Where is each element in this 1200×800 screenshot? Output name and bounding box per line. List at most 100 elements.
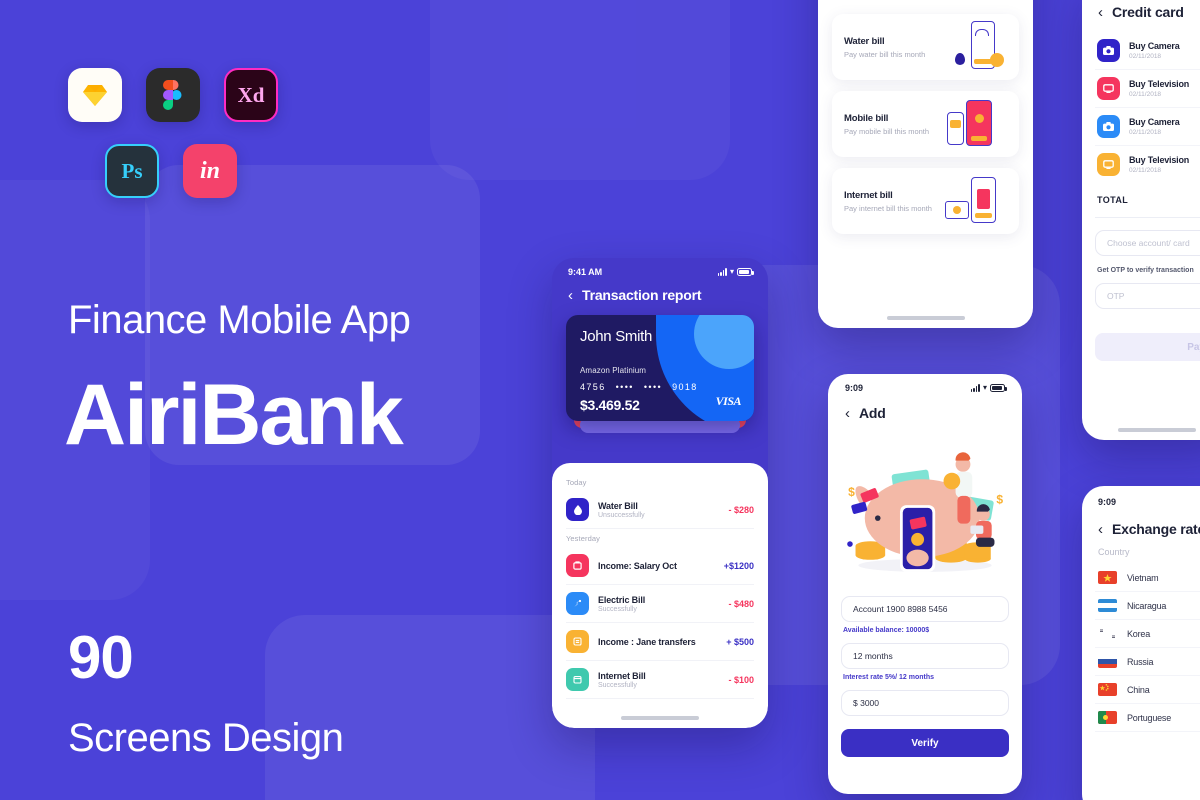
pay-button[interactable]: Pay: [1095, 333, 1200, 361]
status-bar: 9:09: [1095, 486, 1200, 507]
country-row[interactable]: Portuguese: [1095, 704, 1200, 732]
svg-text:$: $: [996, 492, 1003, 506]
transaction-amount: - $100: [728, 674, 754, 685]
credit-item-title: Buy Television: [1129, 79, 1190, 89]
signal-icon: [970, 384, 980, 392]
bill-card-mobile[interactable]: Mobile bill Pay mobile bill this month: [832, 91, 1019, 157]
status-icons: ▾: [970, 384, 1007, 392]
status-icons: ▾: [717, 267, 754, 276]
transaction-row[interactable]: Water Bill Unsuccessfully - $280: [566, 491, 754, 529]
credit-item-title: Buy Television: [1129, 155, 1190, 165]
bills-screen: Water bill Pay water bill this month Mob…: [818, 0, 1033, 328]
credit-item-date: 02/11/2018: [1129, 167, 1162, 174]
country-row[interactable]: Vietnam: [1095, 564, 1200, 592]
transaction-subtitle: Unsuccessfully: [598, 511, 645, 519]
credit-card-widget[interactable]: John Smith Amazon Platinium 4756 •••• ••…: [566, 315, 754, 433]
transaction-amount: +$1200: [723, 560, 754, 571]
status-time: 9:09: [845, 383, 864, 393]
account-input[interactable]: Account 1900 8988 5456: [841, 596, 1009, 622]
figma-icon: [146, 68, 200, 122]
country-row[interactable]: China: [1095, 676, 1200, 704]
korea-flag: [1098, 627, 1117, 640]
add-nav: ‹ Add: [841, 393, 1009, 427]
card-holder-name: John Smith: [580, 328, 653, 345]
card-number-mask-1: ••••: [615, 382, 634, 392]
interest-rate-note: Interest rate 5%/ 12 months: [843, 674, 935, 681]
calendar-icon: [566, 668, 589, 691]
credit-total-label: TOTAL: [1097, 195, 1129, 205]
back-chevron-icon[interactable]: ‹: [845, 406, 850, 421]
verify-button[interactable]: Verify: [841, 729, 1009, 757]
country-row[interactable]: Nicaragua: [1095, 592, 1200, 620]
credit-item-date: 02/11/2018: [1129, 53, 1162, 60]
hero-screen-count-label: Screens Design: [68, 716, 344, 760]
card-plan: Amazon Platinium: [580, 366, 647, 375]
country-name: Korea: [1127, 628, 1151, 639]
credit-list-item[interactable]: Buy Television 02/11/2018: [1095, 146, 1200, 183]
credit-list-item[interactable]: Buy Camera 02/11/2018: [1095, 108, 1200, 146]
otp-input[interactable]: OTP: [1095, 283, 1200, 309]
bill-card-internet[interactable]: Internet bill Pay internet bill this mon…: [832, 168, 1019, 234]
hero-section: Xd Ps in Finance Mobile App AiriBank 90 …: [0, 0, 520, 800]
credit-card-face: John Smith Amazon Platinium 4756 •••• ••…: [566, 315, 754, 421]
term-input[interactable]: 12 months: [841, 643, 1009, 669]
transaction-title: Internet Bill: [598, 670, 646, 681]
transaction-amount: - $480: [728, 598, 754, 609]
credit-list-item[interactable]: Buy Camera 02/11/2018: [1095, 32, 1200, 70]
water-bill-art: [945, 21, 1007, 73]
invision-icon: in: [183, 144, 237, 198]
bill-subtitle: Pay internet bill this month: [844, 203, 932, 213]
country-name: Russia: [1127, 656, 1154, 667]
photoshop-icon: Ps: [105, 144, 159, 198]
transaction-row[interactable]: Income : Jane transfers + $500: [566, 623, 754, 661]
credit-item-date: 02/11/2018: [1129, 91, 1162, 98]
china-flag: [1098, 683, 1117, 696]
russia-flag: [1098, 655, 1117, 668]
camera-icon: [1097, 39, 1120, 62]
section-label-today: Today: [566, 478, 587, 487]
transaction-amount: - $280: [728, 504, 754, 515]
amount-input[interactable]: $ 3000: [841, 690, 1009, 716]
transaction-report-screen: 9:41 AM ▾ ‹ Transaction report John Smit…: [552, 258, 768, 728]
back-chevron-icon[interactable]: ‹: [1098, 5, 1103, 20]
bolt-icon: [566, 592, 589, 615]
nicaragua-flag: [1098, 599, 1117, 612]
camera-icon: [1097, 115, 1120, 138]
choose-account-input[interactable]: Choose account/ card: [1095, 230, 1200, 256]
add-screen: 9:09 ▾ ‹ Add $ $ Account 1900 8988 5456 …: [828, 374, 1022, 794]
adobe-xd-icon: Xd: [224, 68, 278, 122]
tool-icons-row-top: Xd: [68, 68, 278, 122]
exchange-rate-screen: 9:09 ‹ Exchange rate Country Vietnam Nic…: [1082, 486, 1200, 800]
credit-transaction-list: Buy Camera 02/11/2018 Buy Television 02/…: [1095, 32, 1200, 183]
hero-screen-count: 90: [68, 624, 134, 691]
add-nav-title: Add: [859, 405, 886, 421]
credit-item-date: 02/11/2018: [1129, 129, 1162, 136]
transaction-row[interactable]: Electric Bill Successfully - $480: [566, 585, 754, 623]
bill-title: Internet bill: [844, 189, 893, 201]
television-icon: [1097, 77, 1120, 100]
back-chevron-icon[interactable]: ‹: [568, 288, 573, 303]
home-indicator: [886, 316, 965, 320]
transaction-row[interactable]: Internet Bill Successfully - $100: [566, 661, 754, 699]
status-time: 9:41 AM: [568, 267, 603, 277]
hero-title: AiriBank: [64, 367, 404, 463]
transaction-subtitle: Successfully: [598, 681, 637, 689]
transaction-row[interactable]: Income: Salary Oct +$1200: [566, 547, 754, 585]
photoshop-label: Ps: [121, 158, 143, 183]
credit-nav: ‹ Credit card: [1095, 0, 1200, 32]
country-row[interactable]: Korea: [1095, 620, 1200, 648]
transaction-title: Income : Jane transfers: [598, 636, 696, 647]
water-drop-icon: [566, 498, 589, 521]
back-chevron-icon[interactable]: ‹: [1098, 522, 1103, 537]
country-row[interactable]: Russia: [1095, 648, 1200, 676]
credit-list-item[interactable]: Buy Television 02/11/2018: [1095, 70, 1200, 108]
card-number: 4756 •••• •••• 9018: [580, 382, 740, 392]
bill-subtitle: Pay water bill this month: [844, 49, 926, 59]
bill-card-water[interactable]: Water bill Pay water bill this month: [832, 14, 1019, 80]
exchange-nav: ‹ Exchange rate: [1095, 507, 1200, 547]
tool-icons-row-bottom: Ps in: [105, 144, 237, 198]
transaction-list-sheet: Today Water Bill Unsuccessfully - $280 Y…: [552, 463, 768, 728]
transaction-title: Electric Bill: [598, 594, 646, 605]
wifi-icon: ▾: [729, 267, 734, 276]
section-label-yesterday: Yesterday: [566, 534, 600, 543]
